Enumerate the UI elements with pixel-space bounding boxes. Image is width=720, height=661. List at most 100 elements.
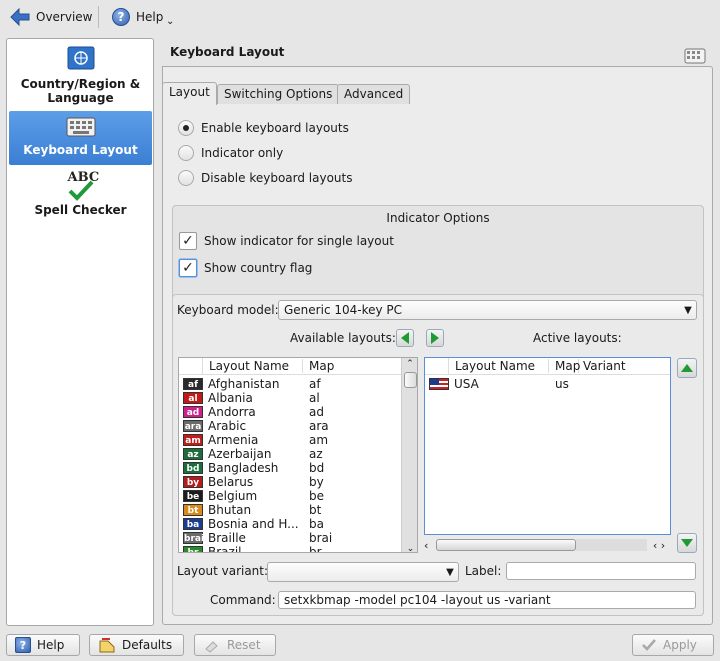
column-layout-name[interactable]: Layout Name bbox=[203, 359, 303, 373]
table-row[interactable]: by Belarus by bbox=[179, 475, 417, 489]
arrow-down-icon bbox=[681, 539, 693, 547]
radio-indicator-only[interactable]: Indicator only bbox=[178, 145, 283, 161]
check-icon[interactable]: ✓ bbox=[179, 232, 197, 250]
label-input[interactable] bbox=[506, 562, 696, 580]
scroll-up-icon[interactable]: ⌃ bbox=[402, 358, 417, 370]
command-field[interactable]: setxkbmap -model pc104 -layout us -varia… bbox=[278, 591, 696, 609]
layout-map: am bbox=[309, 433, 329, 447]
radio-button[interactable] bbox=[178, 120, 194, 136]
sidebar-item-spell-checker[interactable]: ABC Spell Checker bbox=[9, 171, 152, 221]
flag-icon: brai bbox=[183, 532, 205, 544]
layout-name: Armenia bbox=[208, 433, 259, 447]
active-layouts-list[interactable]: Layout Name Map Variant USA us bbox=[424, 357, 671, 535]
move-right-button[interactable] bbox=[426, 329, 444, 347]
table-row[interactable]: ad Andorra ad bbox=[179, 405, 417, 419]
table-row[interactable]: am Armenia am bbox=[179, 433, 417, 447]
arrow-left-icon bbox=[401, 332, 409, 344]
table-row[interactable]: al Albania al bbox=[179, 391, 417, 405]
keyboard-icon bbox=[684, 48, 706, 64]
help-button[interactable]: ? Help bbox=[6, 634, 80, 656]
apply-button[interactable]: Apply bbox=[632, 634, 714, 656]
checkbox-label: Show indicator for single layout bbox=[204, 234, 394, 248]
available-list-scrollbar[interactable]: ⌃ ⌄ bbox=[401, 358, 417, 552]
scroll-down-icon[interactable]: ⌄ bbox=[402, 544, 417, 552]
help-toolbar-button[interactable]: ? Help bbox=[106, 4, 169, 30]
available-layouts-list[interactable]: Layout Name Map af Afghanistan af al Albania… bbox=[178, 357, 418, 553]
table-row[interactable]: be Belgium be bbox=[179, 489, 417, 503]
show-indicator-single-checkbox[interactable]: ✓ Show indicator for single layout bbox=[179, 232, 394, 250]
overview-button[interactable]: Overview bbox=[4, 4, 99, 30]
command-label: Command: bbox=[210, 593, 276, 607]
column-variant[interactable]: Variant bbox=[579, 359, 626, 373]
reset-icon bbox=[205, 641, 218, 653]
table-row[interactable]: bd Bangladesh bd bbox=[179, 461, 417, 475]
active-list-hscrollbar[interactable]: ‹ ‹ › bbox=[424, 538, 671, 552]
tab-advanced[interactable]: Advanced bbox=[337, 84, 411, 104]
available-layouts-label: Available layouts: bbox=[290, 331, 396, 345]
label-field-label: Label: bbox=[465, 564, 502, 578]
radio-button[interactable] bbox=[178, 145, 194, 161]
table-row[interactable]: ara Arabic ara bbox=[179, 419, 417, 433]
help-icon: ? bbox=[15, 637, 31, 653]
scroll-thumb[interactable] bbox=[436, 539, 576, 551]
radio-enable-layouts[interactable]: Enable keyboard layouts bbox=[178, 120, 349, 136]
keyboard-model-select[interactable]: Generic 104-key PC ▼ bbox=[278, 300, 697, 320]
sidebar-item-keyboard-layout[interactable]: Keyboard Layout bbox=[9, 111, 152, 165]
radio-button[interactable] bbox=[178, 170, 194, 186]
defaults-button[interactable]: Defaults bbox=[89, 634, 184, 656]
table-row[interactable]: af Afghanistan af bbox=[179, 377, 417, 391]
layout-map: af bbox=[309, 377, 321, 391]
layout-map: az bbox=[309, 447, 323, 461]
scroll-thumb[interactable] bbox=[403, 372, 417, 388]
layout-map: bt bbox=[309, 503, 322, 517]
column-layout-name[interactable]: Layout Name bbox=[449, 359, 549, 373]
page-title: Keyboard Layout bbox=[170, 45, 285, 59]
keyboard-model-label: Keyboard model: bbox=[177, 303, 279, 317]
layout-name: Bosnia and H... bbox=[208, 517, 299, 531]
layout-name: Albania bbox=[208, 391, 253, 405]
arrow-right-icon bbox=[431, 332, 439, 344]
layout-map: ara bbox=[309, 419, 329, 433]
reset-button[interactable]: Reset bbox=[194, 634, 276, 656]
move-left-button[interactable] bbox=[396, 329, 414, 347]
list-header: Layout Name Map bbox=[179, 358, 417, 375]
table-row[interactable]: bt Bhutan bt bbox=[179, 503, 417, 517]
back-arrow-icon bbox=[10, 8, 30, 26]
table-row[interactable]: ba Bosnia and H... ba bbox=[179, 517, 417, 531]
table-row[interactable]: br Brazil br bbox=[179, 545, 417, 553]
tab-layout[interactable]: Layout bbox=[162, 82, 217, 105]
scroll-right-icon[interactable]: ‹ › bbox=[647, 539, 671, 552]
table-row[interactable]: az Azerbaijan az bbox=[179, 447, 417, 461]
layout-map: by bbox=[309, 475, 324, 489]
flag-icon: ara bbox=[183, 420, 203, 432]
layout-map: bd bbox=[309, 461, 325, 475]
sidebar-item-label: Spell Checker bbox=[34, 203, 127, 217]
apply-label: Apply bbox=[663, 638, 697, 652]
help-icon: ? bbox=[112, 8, 130, 26]
scroll-left-icon[interactable]: ‹ bbox=[424, 539, 436, 552]
flag-icon: bt bbox=[183, 504, 203, 516]
chevron-down-icon: ▼ bbox=[446, 566, 454, 578]
radio-disable-layouts[interactable]: Disable keyboard layouts bbox=[178, 170, 353, 186]
move-up-button[interactable] bbox=[677, 358, 697, 378]
column-map[interactable]: Map bbox=[549, 359, 580, 373]
keyboard-icon bbox=[66, 117, 95, 137]
column-map[interactable]: Map bbox=[303, 359, 334, 373]
move-down-button[interactable] bbox=[677, 533, 697, 553]
sidebar-item-country-region-language[interactable]: Country/Region & Language bbox=[9, 45, 152, 111]
sidebar: Country/Region & Language Keyboard Layou… bbox=[6, 38, 154, 626]
layout-variant-label: Layout variant: bbox=[177, 564, 269, 578]
table-row[interactable]: USA us bbox=[425, 377, 670, 391]
layout-name: Belgium bbox=[208, 489, 258, 503]
layout-name: Brazil bbox=[208, 545, 242, 553]
chevron-down-icon: ▼ bbox=[684, 304, 692, 316]
sidebar-item-label: Keyboard Layout bbox=[23, 143, 138, 157]
layout-map: br bbox=[309, 545, 322, 553]
check-icon[interactable]: ✓ bbox=[179, 259, 197, 277]
layout-variant-select[interactable]: ▼ bbox=[267, 562, 459, 582]
layout-name: Azerbaijan bbox=[208, 447, 272, 461]
chevron-down-icon[interactable]: ⌄ bbox=[166, 16, 174, 27]
tab-switching-options[interactable]: Switching Options bbox=[217, 84, 340, 104]
show-country-flag-checkbox[interactable]: ✓ Show country flag bbox=[179, 259, 312, 277]
table-row[interactable]: brai Braille brai bbox=[179, 531, 417, 545]
